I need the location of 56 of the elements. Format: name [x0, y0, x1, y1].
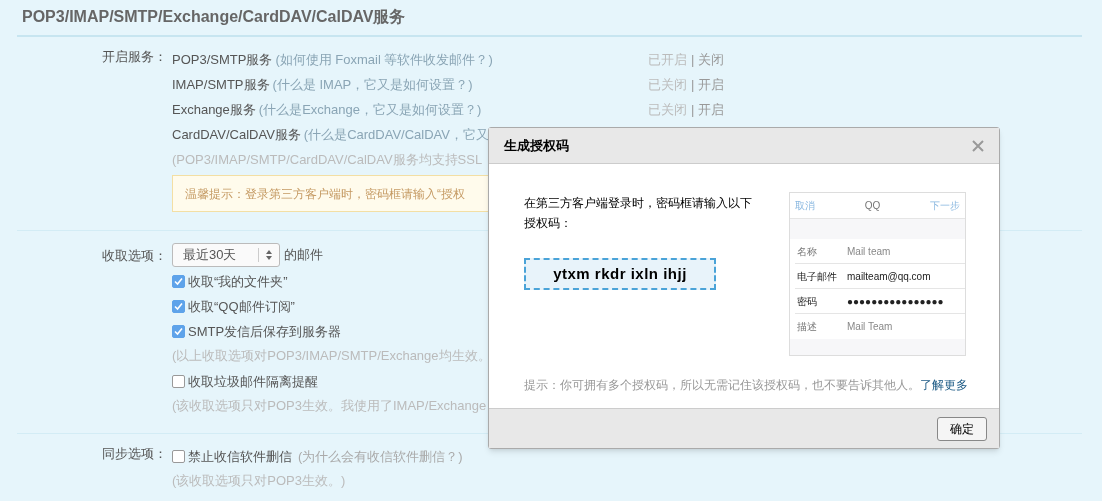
checkbox[interactable] [172, 375, 185, 388]
service-status: 已开启 [648, 50, 687, 69]
phone-field-label: 密码 [796, 294, 818, 309]
service-name: Exchange服务 [172, 101, 256, 117]
period-select[interactable]: 最近30天 [172, 243, 280, 267]
option-label: 禁止收信软件删信 [188, 447, 292, 466]
note-text: (该收取选项只对POP3生效。我使用了IMAP/Exchange [172, 397, 488, 415]
option-label: 收取垃圾邮件隔离提醒 [188, 372, 318, 391]
phone-field-value: Mail team [847, 244, 891, 259]
help-link[interactable]: (如何使用 Foxmail 等软件收发邮件？) [275, 51, 493, 67]
learn-more-link[interactable]: 了解更多 [920, 378, 968, 392]
service-status: 已关闭 [648, 100, 687, 119]
option-label: 收取“QQ邮件订阅” [188, 297, 295, 316]
note-text: (该收取选项只对POP3生效。) [172, 472, 347, 490]
toggle-link[interactable]: 开启 [698, 99, 725, 120]
tip-text: 温馨提示：登录第三方客户端时，密码框请输入“授权 [185, 185, 465, 203]
phone-field-value: mailteam@qq.com [847, 269, 931, 284]
checkbox[interactable] [172, 275, 185, 288]
help-link[interactable]: (什么是CardDAV/CalDAV，它又 [303, 126, 489, 142]
option-label: SMTP发信后保存到服务器 [188, 322, 342, 341]
toggle-link[interactable]: 关闭 [698, 49, 725, 70]
authorization-code: ytxm rkdr ixln ihjj [524, 258, 716, 290]
sort-icon [266, 250, 272, 260]
phone-field-label: 电子邮件 [796, 269, 838, 284]
phone-field-label: 名称 [796, 244, 818, 259]
note-text: (POP3/IMAP/SMTP/CardDAV/CalDAV服务均支持SSL [172, 151, 484, 169]
toggle-link[interactable]: 开启 [698, 74, 725, 95]
help-link[interactable]: (为什么会有收信软件删信？) [298, 446, 463, 467]
help-link[interactable]: (什么是 IMAP，它又是如何设置？) [272, 76, 473, 92]
hint-text: 提示：你可拥有多个授权码，所以无需记住该授权码，也不要告诉其他人。 [524, 378, 920, 392]
checkbox[interactable] [172, 450, 185, 463]
field-label: 收取选项： [102, 248, 167, 263]
checkbox[interactable] [172, 300, 185, 313]
ok-button[interactable]: 确定 [937, 416, 987, 441]
dialog-message: 在第三方客户端登录时，密码框请输入以下授权码： [524, 195, 753, 232]
phone-title: QQ [864, 199, 881, 213]
separator: | [691, 50, 695, 69]
option-label: 收取“我的文件夹” [188, 272, 288, 291]
close-icon[interactable] [972, 139, 984, 152]
phone-field-value: ●●●●●●●●●●●●●●●● [847, 294, 944, 309]
service-status: 已关闭 [648, 75, 687, 94]
field-label: 同步选项： [102, 446, 167, 461]
dialog-title: 生成授权码 [504, 136, 569, 155]
field-label: 开启服务： [102, 49, 167, 64]
select-suffix: 的邮件 [284, 246, 323, 265]
separator: | [691, 75, 695, 94]
service-name: CardDAV/CalDAV服务 [172, 126, 301, 142]
phone-field-value: Mail Team [847, 320, 893, 334]
note-text: (以上收取选项对POP3/IMAP/SMTP/Exchange均生效。 [172, 347, 491, 365]
section-title: POP3/IMAP/SMTP/Exchange/CardDAV/CalDAV服务 [22, 8, 406, 25]
service-name: IMAP/SMTP服务 [172, 76, 270, 92]
separator: | [691, 100, 695, 119]
help-link[interactable]: (什么是Exchange，它又是如何设置？) [258, 101, 482, 117]
checkbox[interactable] [172, 325, 185, 338]
phone-field-label: 描述 [796, 320, 818, 334]
service-name: POP3/SMTP服务 [172, 51, 273, 67]
